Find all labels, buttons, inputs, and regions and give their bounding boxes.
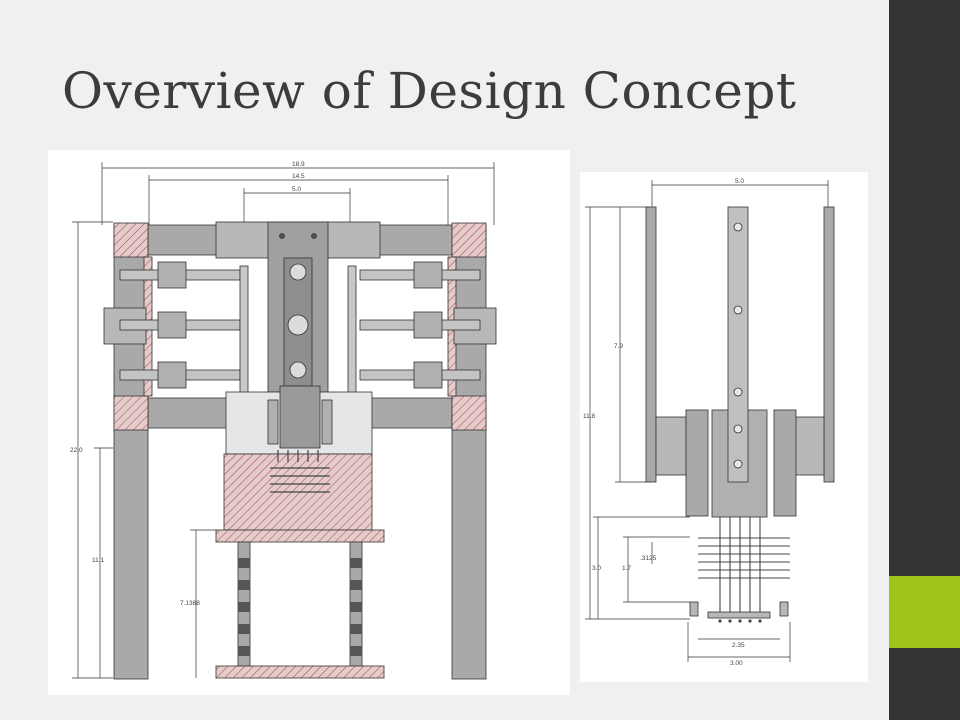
- dim-center-width: 5.0: [292, 186, 301, 193]
- slide-title: Overview of Design Concept: [62, 62, 797, 120]
- side-view-drawing: 5.0 11.8 7.9 3.0 1.7 .3125 2.35 3.00: [580, 172, 868, 682]
- dim-outer-base-width: 3.00: [730, 660, 743, 667]
- dim-total-height: 22.0: [70, 447, 83, 454]
- dim-pin-spacing: .3125: [640, 555, 657, 562]
- dim-total-height: 11.8: [583, 413, 596, 420]
- dim-base-height: 7.1368: [180, 600, 200, 607]
- dim-upper-height: 7.9: [614, 343, 623, 350]
- dim-inner-base-width: 2.35: [732, 642, 745, 649]
- accent-block: [889, 576, 960, 648]
- dim-leg-height: 11.1: [92, 557, 105, 564]
- dim-overall-width: 18.9: [292, 161, 305, 168]
- dim-lower-height: 3.0: [592, 565, 601, 572]
- dim-inner-width: 14.5: [292, 173, 305, 180]
- front-view-drawing: 18.9 14.5 5.0 22.0 11.1 7.1368: [48, 150, 570, 695]
- dim-top-width: 5.0: [735, 178, 744, 185]
- dim-pin-height: 1.7: [622, 565, 631, 572]
